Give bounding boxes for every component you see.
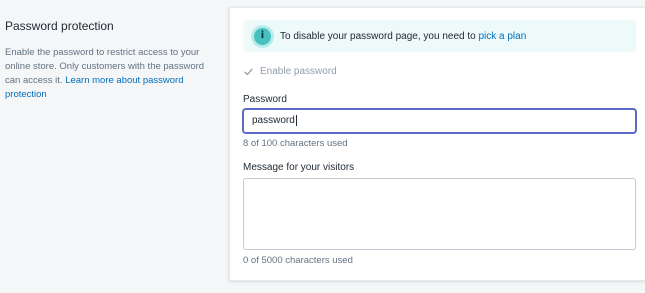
password-value: password (252, 115, 295, 126)
message-textarea[interactable] (243, 178, 636, 250)
enable-password-checkbox[interactable] (243, 67, 253, 77)
pick-a-plan-link[interactable]: pick a plan (478, 31, 526, 42)
enable-password-label: Enable password (260, 66, 337, 77)
checkmark-icon (243, 68, 253, 75)
banner-message: To disable your password page, you need … (280, 31, 526, 42)
password-input[interactable]: password (243, 109, 636, 133)
info-icon-glyph: i (260, 30, 265, 41)
info-icon: i (254, 27, 271, 45)
password-label: Password (243, 94, 287, 105)
message-character-count: 0 of 5000 characters used (243, 255, 353, 266)
password-settings-card: i To disable your password page, you nee… (229, 7, 645, 281)
section-annotation: Password protection Enable the password … (5, 18, 210, 102)
info-banner: i To disable your password page, you nee… (243, 20, 636, 52)
banner-text: To disable your password page, you need … (280, 30, 479, 42)
text-cursor (295, 114, 297, 126)
enable-password-row: Enable password (243, 66, 337, 77)
section-title: Password protection (5, 19, 114, 33)
password-character-count: 8 of 100 characters used (243, 138, 348, 149)
message-label: Message for your visitors (243, 162, 355, 173)
section-description: Enable the password to restrict access t… (5, 46, 210, 102)
